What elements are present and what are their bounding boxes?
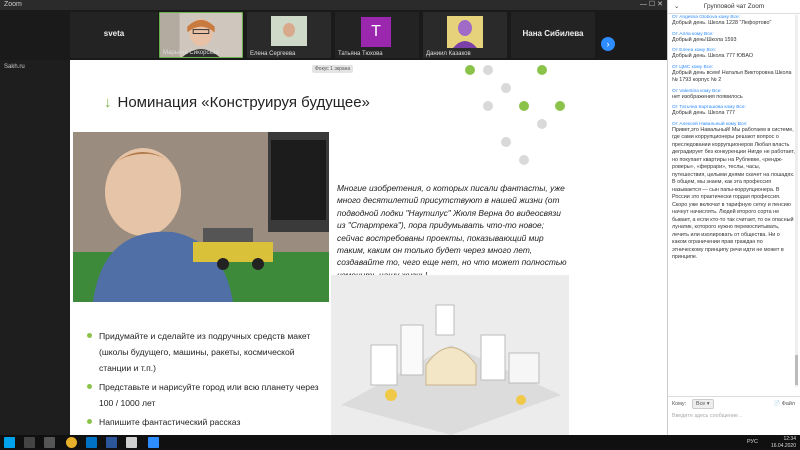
arrow-down-icon: ↓	[104, 94, 112, 111]
chat-message: От Valentina кому Все: нет изображения п…	[672, 89, 795, 102]
bullet-list: Придумайте и сделайте из подручных средс…	[87, 328, 327, 433]
chat-text: Привет,это Навальный! Мы работаем в сист…	[672, 126, 795, 261]
windows-taskbar: РУС 12:34 16.04.2020	[0, 435, 800, 450]
browser-tab[interactable]: Sakh.ru	[4, 64, 25, 70]
clock[interactable]: 12:34 16.04.2020	[771, 436, 796, 449]
chat-title: Групповой чат Zoom	[703, 3, 765, 10]
recipient-value: Все	[696, 401, 706, 407]
outlook-icon[interactable]	[86, 437, 97, 448]
recipient-select[interactable]: Все ▾	[692, 399, 714, 409]
shared-slide: Фокус 1 экрана ↓ Номинация «Конструируя б…	[70, 60, 667, 435]
participant-name: Марьяна Сикорская	[163, 50, 219, 56]
chevron-down-icon[interactable]: ⌄	[674, 0, 679, 14]
word-icon[interactable]	[106, 437, 117, 448]
participant-avatar: T	[361, 17, 391, 47]
photo-boy-robotics	[73, 132, 329, 302]
chat-text: Добрый день. Школа 777 ЮВАО	[672, 53, 754, 59]
chat-message: От Алла кому Все: Добрый день!Школа 1593	[672, 32, 795, 45]
chat-message: От Татьяна Карташова кому Все: Добрый де…	[672, 105, 795, 118]
participant-tile[interactable]: Нана Сибилева	[511, 12, 595, 58]
bullet-item: Напишите фантастический рассказ	[87, 414, 327, 430]
chat-input[interactable]: Введите здесь сообщение...	[668, 411, 800, 421]
chat-text: Добрый день всем! Наталья Викторовна Шко…	[672, 69, 792, 84]
participant-name: sveta	[103, 29, 125, 38]
window-title: Zoom	[4, 1, 22, 8]
participant-name: Татьяна Тюхова	[338, 51, 383, 57]
slide-quote: Многие изобретения, о которых писали фан…	[337, 183, 567, 280]
zoom-icon[interactable]	[148, 437, 159, 448]
participant-tile[interactable]: Елена Сергеева	[247, 12, 331, 58]
participant-tile[interactable]: sveta	[70, 12, 158, 58]
clock-date: 16.04.2020	[770, 442, 796, 449]
recipient-label: Кому:	[672, 401, 687, 407]
chat-scrollbar-thumb[interactable]	[795, 355, 798, 385]
chat-footer: Кому: Все ▾ 📄 Файл Введите здесь сообщен…	[668, 396, 800, 435]
language-indicator[interactable]: РУС	[747, 439, 758, 445]
participant-name: Нана Сибилева	[522, 29, 584, 38]
chat-message: От Елена кому Все: Добрый день. Школа 77…	[672, 48, 795, 61]
chrome-icon[interactable]	[66, 437, 77, 448]
participant-tile-active[interactable]: Марьяна Сикорская	[159, 12, 243, 58]
bullet-item: Придумайте и сделайте из подручных средс…	[87, 328, 327, 376]
task-view-icon[interactable]	[44, 437, 55, 448]
start-icon[interactable]	[4, 437, 15, 448]
chat-text: Добрый день. Школа 1228 "Лефортово"	[672, 20, 772, 26]
participant-name: Елена Сергеева	[250, 51, 296, 57]
chat-message: От Алексей Навальный кому Все: Привет,эт…	[672, 122, 795, 262]
search-icon[interactable]	[24, 437, 35, 448]
chat-messages[interactable]: От Angelina Globova кому Все: Добрый ден…	[672, 15, 795, 387]
chat-message: От ЦМС кому Все: Добрый день всем! Натал…	[672, 65, 795, 85]
chat-panel: ⌄ Групповой чат Zoom От Angelina Globova…	[667, 0, 800, 435]
sharing-tag[interactable]: Фокус 1 экрана	[312, 65, 354, 73]
decorative-dots	[465, 65, 565, 165]
photo-paper-city-model	[331, 275, 569, 435]
app-icon[interactable]	[126, 437, 137, 448]
file-button-label: Файл	[781, 401, 795, 407]
slide-title: ↓ Номинация «Конструируя будущее»	[104, 94, 370, 111]
chat-text: нет изображения появилось	[672, 93, 743, 100]
chat-text: Добрый день. Школа 777	[672, 110, 735, 116]
window-controls[interactable]: — ☐ ✕	[640, 0, 663, 10]
slide-title-text: Номинация «Конструируя будущее»	[117, 94, 370, 111]
window-titlebar: Zoom — ☐ ✕	[0, 0, 667, 10]
chat-scrollbar[interactable]	[795, 15, 798, 387]
bullet-item: Представьте и нарисуйте город или всю пл…	[87, 379, 327, 411]
participant-strip: sveta Марьяна Сикорская Елена Сергеева T…	[0, 10, 667, 60]
participant-name: Даниил Казаков	[426, 51, 471, 57]
chat-message: От Angelina Globova кому Все: Добрый ден…	[672, 15, 795, 28]
participant-tile[interactable]: T Татьяна Тюхова	[335, 12, 419, 58]
recipient-row: Кому: Все ▾ 📄 Файл	[668, 397, 800, 411]
participant-tile[interactable]: Даниил Казаков	[423, 12, 507, 58]
file-button[interactable]: 📄 Файл	[774, 401, 795, 407]
chat-header: ⌄ Групповой чат Zoom	[668, 0, 800, 14]
background-app: Sakh.ru	[0, 60, 70, 435]
next-page-button[interactable]: ›	[601, 37, 615, 51]
chat-text: Добрый день!Школа 1593	[672, 36, 737, 43]
